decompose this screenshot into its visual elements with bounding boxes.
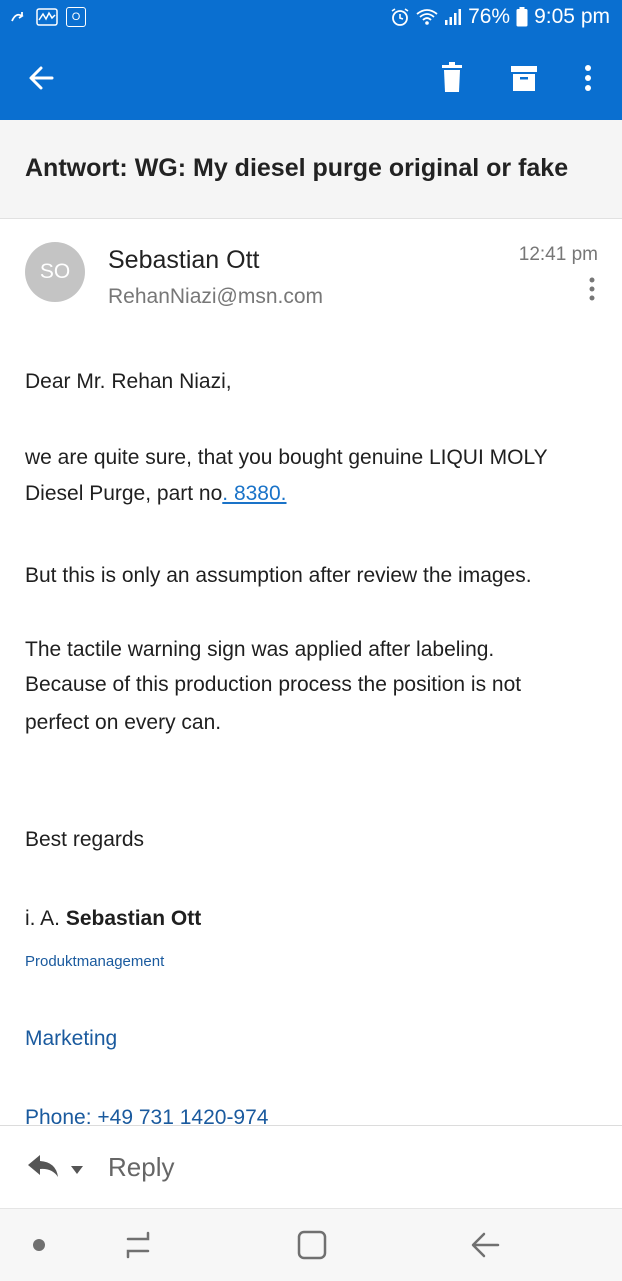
paragraph-3: The tactile warning sign was applied aft… <box>25 632 597 740</box>
trash-icon[interactable] <box>432 58 472 98</box>
status-bar: O 76% 9:05 pm <box>0 0 622 36</box>
archive-icon[interactable] <box>504 58 544 98</box>
back-arrow-icon[interactable] <box>22 58 62 98</box>
part-number-link[interactable]: . 8380. <box>222 482 286 505</box>
subject-header: Antwort: WG: My diesel purge original or… <box>0 120 622 219</box>
message-more-icon[interactable] <box>581 276 603 302</box>
battery-percent: 76% <box>468 5 511 28</box>
paragraph-3-line-3: perfect on every can. <box>25 711 222 734</box>
email-subject: Antwort: WG: My diesel purge original or… <box>25 154 569 182</box>
battery-icon <box>516 7 528 27</box>
paragraph-2: But this is only an assumption after rev… <box>25 564 532 587</box>
phone-line: Phone: +49 731 1420-974 <box>25 1100 597 1125</box>
system-navigation-bar <box>0 1208 622 1281</box>
phone-number[interactable]: Phone: +49 731 1420-974 <box>25 1106 268 1125</box>
paragraph-1-line-2: Diesel Purge, part no. 8380. <box>25 476 597 512</box>
signature-name: Sebastian Ott <box>65 907 202 930</box>
arrow-icon <box>10 8 28 26</box>
sender-avatar[interactable]: SO <box>25 242 85 302</box>
closing: Best regards <box>25 828 145 851</box>
signal-icon <box>444 8 462 26</box>
sender-name[interactable]: Sebastian Ott <box>108 246 259 275</box>
paragraph-1: we are quite sure, that you bought genui… <box>25 440 597 512</box>
message-toolbar <box>0 36 622 120</box>
division: Marketing <box>25 1027 118 1050</box>
home-icon[interactable] <box>296 1229 328 1261</box>
paragraph-3-line-1: The tactile warning sign was applied aft… <box>25 638 495 661</box>
recents-icon[interactable] <box>120 1229 156 1261</box>
reply-icon[interactable] <box>26 1152 60 1180</box>
clock: 9:05 pm <box>534 5 610 28</box>
sender-email[interactable]: RehanNiazi@msn.com <box>108 285 323 309</box>
activity-icon <box>36 8 58 26</box>
message-time: 12:41 pm <box>518 244 598 265</box>
greeting: Dear Mr. Rehan Niazi, <box>25 370 232 393</box>
chevron-down-icon[interactable] <box>70 1162 84 1174</box>
outlook-icon: O <box>66 7 86 27</box>
department: Produktmanagement <box>25 953 165 970</box>
signature-prefix: i. A. <box>25 907 66 930</box>
alarm-icon <box>390 7 410 27</box>
system-status: 76% 9:05 pm <box>390 5 610 29</box>
reply-button[interactable]: Reply <box>108 1152 174 1183</box>
paragraph-3-line-2: Because of this production process the p… <box>25 673 522 696</box>
more-vertical-icon[interactable] <box>568 58 608 98</box>
paragraph-1-text: Diesel Purge, part no <box>25 482 223 505</box>
wifi-icon <box>416 8 438 26</box>
reply-bar: Reply <box>0 1125 622 1208</box>
signature-line: i. A. Sebastian Ott <box>25 901 597 937</box>
notification-icons: O <box>10 7 86 27</box>
nav-back-icon[interactable] <box>468 1229 504 1261</box>
nav-dot-icon[interactable] <box>33 1239 45 1251</box>
paragraph-1-line-1: we are quite sure, that you bought genui… <box>25 446 548 469</box>
